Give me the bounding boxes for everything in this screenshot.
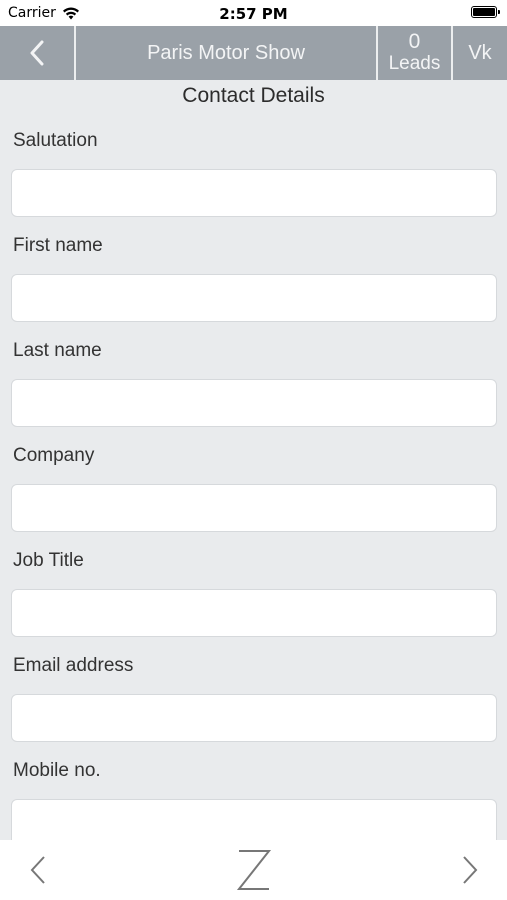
previous-button[interactable] [18, 840, 58, 900]
first-name-field[interactable] [11, 274, 497, 322]
chevron-right-icon [463, 856, 478, 884]
back-button[interactable] [0, 26, 74, 80]
leads-label: Leads [388, 53, 441, 74]
email-field[interactable] [11, 694, 497, 742]
user-button[interactable]: Vk [453, 26, 507, 80]
chevron-left-icon [30, 40, 44, 66]
company-label: Company [13, 445, 95, 466]
leads-counter-button[interactable]: 0 Leads [378, 26, 451, 80]
email-label: Email address [13, 655, 134, 676]
section-title: Contact Details [182, 84, 325, 107]
chevron-left-icon [30, 856, 45, 884]
contact-form: Contact Details Salutation First name La… [0, 80, 507, 840]
z-logo [223, 840, 285, 900]
first-name-label: First name [13, 235, 103, 256]
salutation-field[interactable] [11, 169, 497, 217]
mobile-field[interactable] [11, 799, 497, 840]
event-title: Paris Motor Show [147, 41, 305, 64]
leads-count: 0 [408, 30, 421, 53]
job-title-field[interactable] [11, 589, 497, 637]
next-button[interactable] [450, 840, 490, 900]
job-title-label: Job Title [13, 550, 84, 571]
bottom-toolbar [0, 840, 507, 900]
salutation-label: Salutation [13, 130, 98, 151]
mobile-label: Mobile no. [13, 760, 101, 781]
nav-bar: Paris Motor Show 0 Leads Vk [0, 26, 507, 80]
z-logo-icon [236, 850, 272, 890]
battery-icon [471, 6, 500, 18]
status-bar: Carrier 2:57 PM [0, 0, 507, 26]
last-name-label: Last name [13, 340, 102, 361]
last-name-field[interactable] [11, 379, 497, 427]
status-time: 2:57 PM [219, 5, 288, 23]
company-field[interactable] [11, 484, 497, 532]
